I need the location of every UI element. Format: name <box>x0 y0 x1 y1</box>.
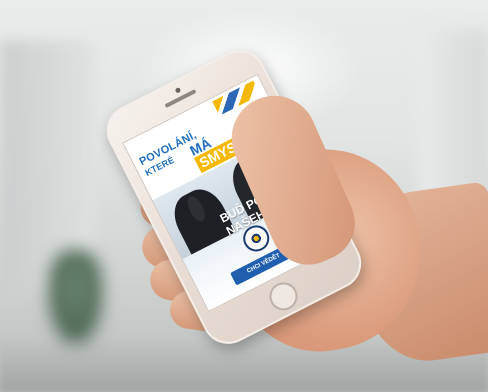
blurred-plant <box>48 250 103 345</box>
earpiece-speaker <box>164 89 197 109</box>
home-button[interactable] <box>264 277 303 316</box>
front-camera <box>174 86 182 94</box>
photo-scene: POVOLÁNÍ, KTERÉ MÁ SMYSL BUĎ POSILOU NAŠ… <box>0 0 488 392</box>
